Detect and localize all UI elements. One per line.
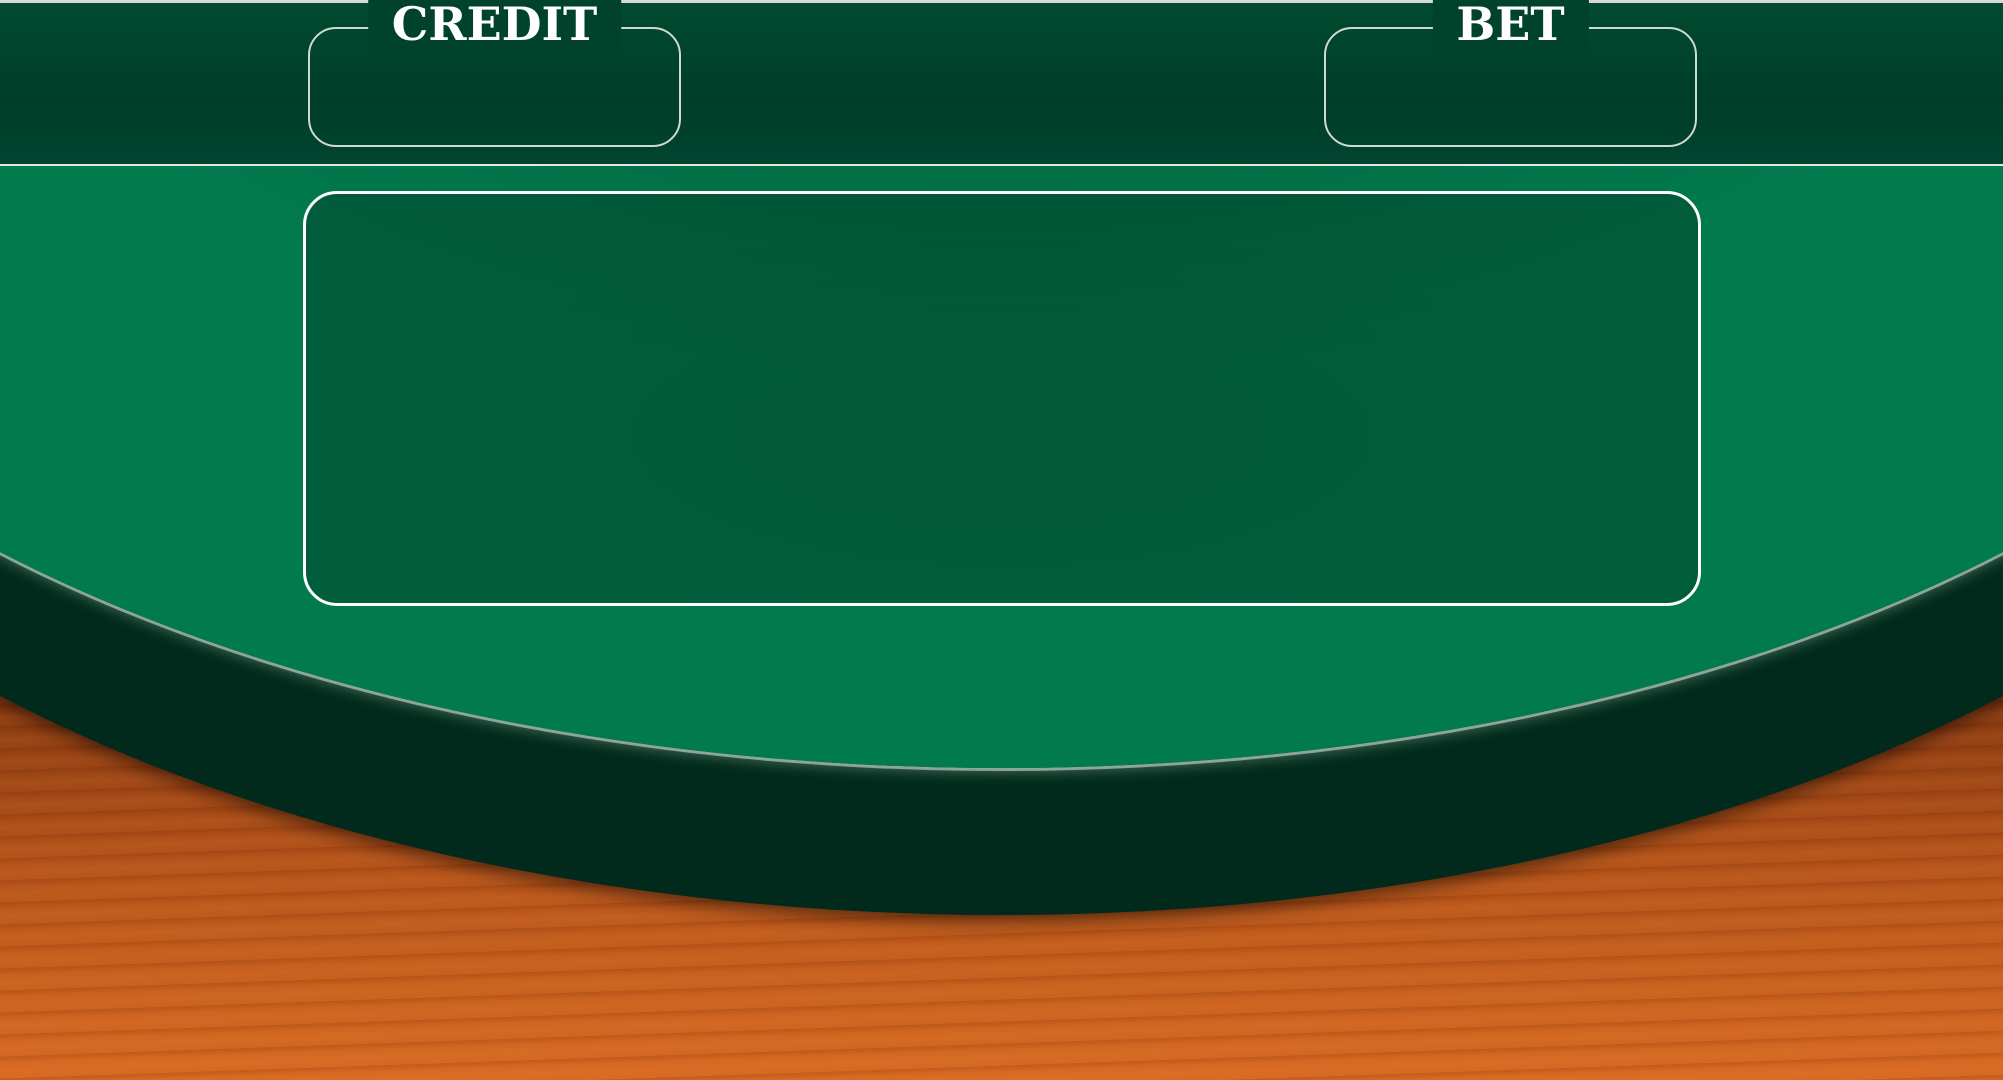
bet-label: BET xyxy=(1432,0,1589,50)
hud-divider xyxy=(0,164,2003,166)
game-table: CREDIT BET xyxy=(0,0,2003,1080)
hud-bar: CREDIT BET xyxy=(0,0,2003,164)
bet-display: BET xyxy=(1324,0,1697,147)
credit-display: CREDIT xyxy=(308,0,681,147)
card-play-area[interactable] xyxy=(303,191,1701,606)
credit-label: CREDIT xyxy=(367,0,622,50)
